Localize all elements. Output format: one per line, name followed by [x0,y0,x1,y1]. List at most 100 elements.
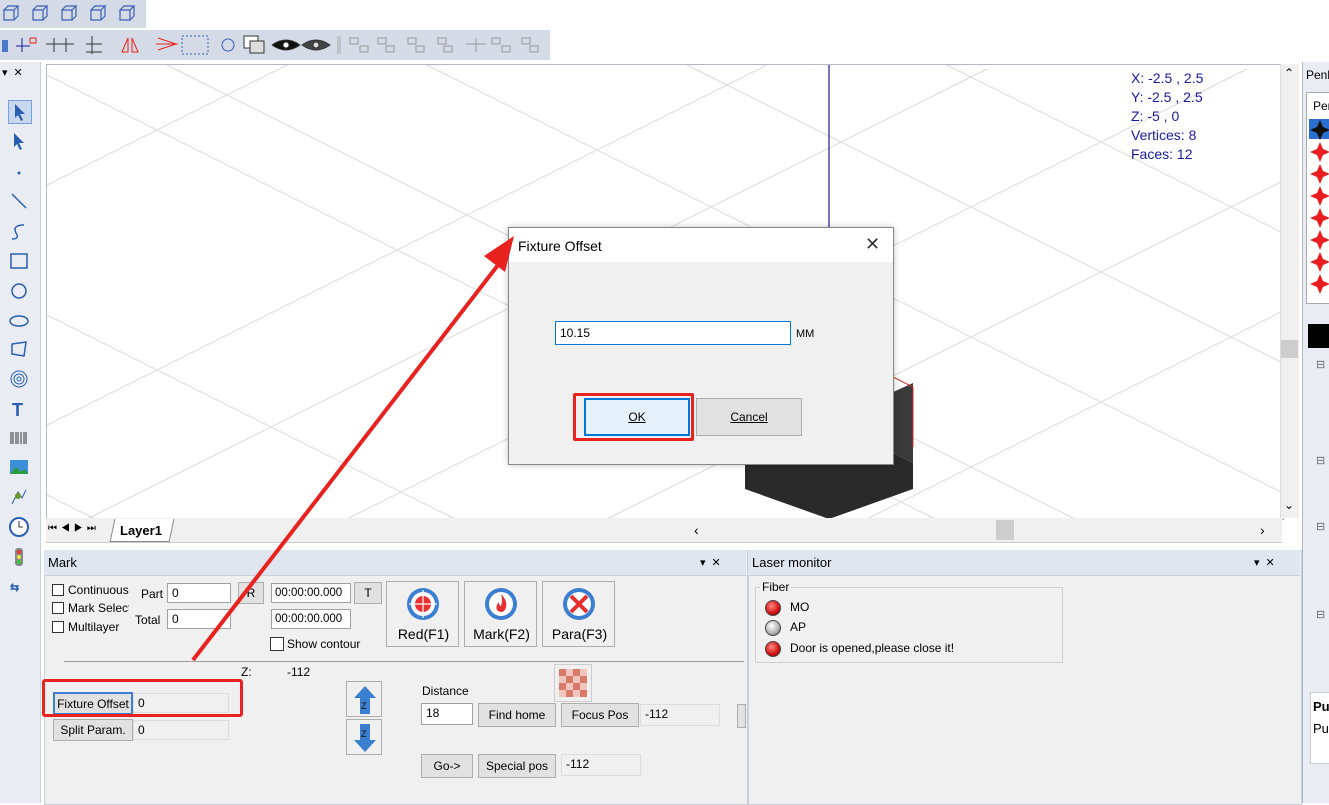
mark-panel-controls-icon[interactable]: ▾✕ [700,556,727,569]
box-icon[interactable] [0,4,146,24]
right-panel-bottom: Pu Pu [1310,692,1329,764]
left-strip-header: ▾✕ [2,67,29,79]
part-field[interactable]: 0 [167,583,231,603]
cancel-label: Cancel [730,410,768,424]
scroll-up-icon[interactable]: ⌃ [1284,66,1294,80]
focus-pos-field[interactable]: -112 [640,704,720,726]
curve-icon[interactable] [8,220,30,242]
line-icon[interactable] [8,190,30,212]
select-arrow-icon[interactable] [8,100,32,124]
ap-label: AP [790,620,807,634]
para-f3-button[interactable]: Para(F3) [542,581,615,647]
mark-f2-button[interactable]: Mark(F2) [464,581,537,647]
mark-panel-title: Mark [44,550,746,576]
time-field-1[interactable]: 00:00:00.000 [271,583,351,603]
fixture-offset-dialog: Fixture Offset ✕ 10.15 MM OK Cancel [508,227,894,465]
svg-text:⇆: ⇆ [10,582,19,594]
point-icon[interactable] [8,162,30,184]
pen-list: Pen [1306,92,1329,304]
extra-button[interactable] [737,704,746,728]
vertices-count: Vertices: 8 [1131,127,1197,143]
layer-nav-icons[interactable]: ⏮◀▶⏭ [48,523,100,534]
clock-icon[interactable] [8,516,30,538]
x-range: X: -2.5 , 2.5 [1131,70,1204,86]
multilayer-checkbox[interactable] [52,621,64,633]
toolbar-row1-icons [0,4,146,24]
separator-line [64,661,744,662]
dialog-close-icon[interactable]: ✕ [865,234,880,255]
image-icon[interactable] [8,456,30,478]
timer-t-button[interactable]: T [354,582,382,604]
flame-icon [485,588,517,620]
target-icon [407,588,439,620]
param-heading: Pu [1313,699,1329,714]
dialog-title: Fixture Offset [518,238,602,254]
pen-tab[interactable]: Pen [1313,99,1329,113]
offset-input[interactable]: 10.15 [555,321,791,345]
reset-r-button[interactable]: R [238,582,264,604]
node-edit-icon[interactable] [8,130,30,152]
z-up-button[interactable]: Z [346,681,382,717]
pen-color-icon[interactable] [1309,119,1329,299]
z-range: Z: -5 , 0 [1131,108,1180,124]
laser-monitor-controls-icon[interactable]: ▾✕ [1254,556,1281,569]
red-f1-label: Red(F1) [397,626,450,642]
vscroll-thumb[interactable] [1281,340,1298,358]
door-status-led [765,641,781,657]
spiral-icon[interactable] [8,368,30,390]
focus-pos-button[interactable]: Focus Pos [561,703,639,727]
distance-field[interactable]: 18 [421,703,473,725]
distance-label: Distance [422,684,469,698]
time-field-2[interactable]: 00:00:00.000 [271,609,351,629]
traffic-light-icon[interactable] [8,546,30,568]
right-panel-title: Penl [1306,68,1329,82]
fiber-group-label: Fiber [760,580,792,594]
mark-select-checkbox[interactable] [52,602,64,614]
rectangle-icon[interactable] [8,250,30,272]
show-contour-label: Show contour [287,637,361,651]
continuous-checkbox[interactable] [52,584,64,596]
encoder-icon[interactable]: ⇆ [8,576,30,598]
find-home-button[interactable]: Find home [478,703,556,727]
z-value: -112 [287,665,311,679]
checker-pattern-icon[interactable] [554,664,592,702]
polygon-icon[interactable] [8,338,30,360]
ellipse-icon[interactable] [8,310,30,332]
hscroll[interactable]: ‹ › [686,520,1280,540]
door-status-label: Door is opened,please close it! [790,641,955,655]
z-label: Z: [241,665,252,679]
split-param-field[interactable]: 0 [133,720,229,740]
scroll-left-icon[interactable]: ‹ [694,522,699,538]
scroll-right-icon[interactable]: › [1260,522,1265,538]
vector-file-icon[interactable] [8,486,30,508]
barcode-icon[interactable] [8,428,30,450]
hscroll-thumb[interactable] [996,520,1014,540]
special-pos-button[interactable]: Special pos [478,754,556,778]
special-pos-field[interactable]: -112 [561,754,641,776]
toolbar-row2-icons[interactable] [0,34,550,56]
viewport-vscroll[interactable]: ⌃ ⌄ [1280,64,1299,518]
tree-collapse-icons[interactable]: ⊟ ⊟ ⊟ ⊟ [1316,360,1325,621]
multilayer-label: Multilayer [68,620,120,634]
total-field[interactable]: 0 [167,609,231,629]
circle-icon[interactable] [8,280,30,302]
svg-text:Z: Z [361,701,367,711]
red-f1-button[interactable]: Red(F1) [386,581,459,647]
scroll-down-icon[interactable]: ⌄ [1284,498,1294,512]
laser-monitor-title-text: Laser monitor [752,555,832,570]
color-swatch[interactable] [1308,324,1329,348]
z-down-button[interactable]: Z [346,719,382,755]
go-button[interactable]: Go-> [421,754,473,778]
show-contour-checkbox[interactable] [270,637,284,651]
mo-status-led [765,600,781,616]
cancel-button[interactable]: Cancel [696,398,802,436]
split-param-button[interactable]: Split Param. [53,719,133,741]
faces-count: Faces: 12 [1131,146,1193,162]
laser-monitor-title: Laser monitor [748,550,1300,576]
param-label: Pu [1313,721,1329,736]
svg-text:Z: Z [361,729,367,739]
total-label: Total [135,613,161,627]
part-label: Part [141,587,164,601]
unit-label: MM [796,328,815,340]
text-icon[interactable]: T [8,398,30,420]
